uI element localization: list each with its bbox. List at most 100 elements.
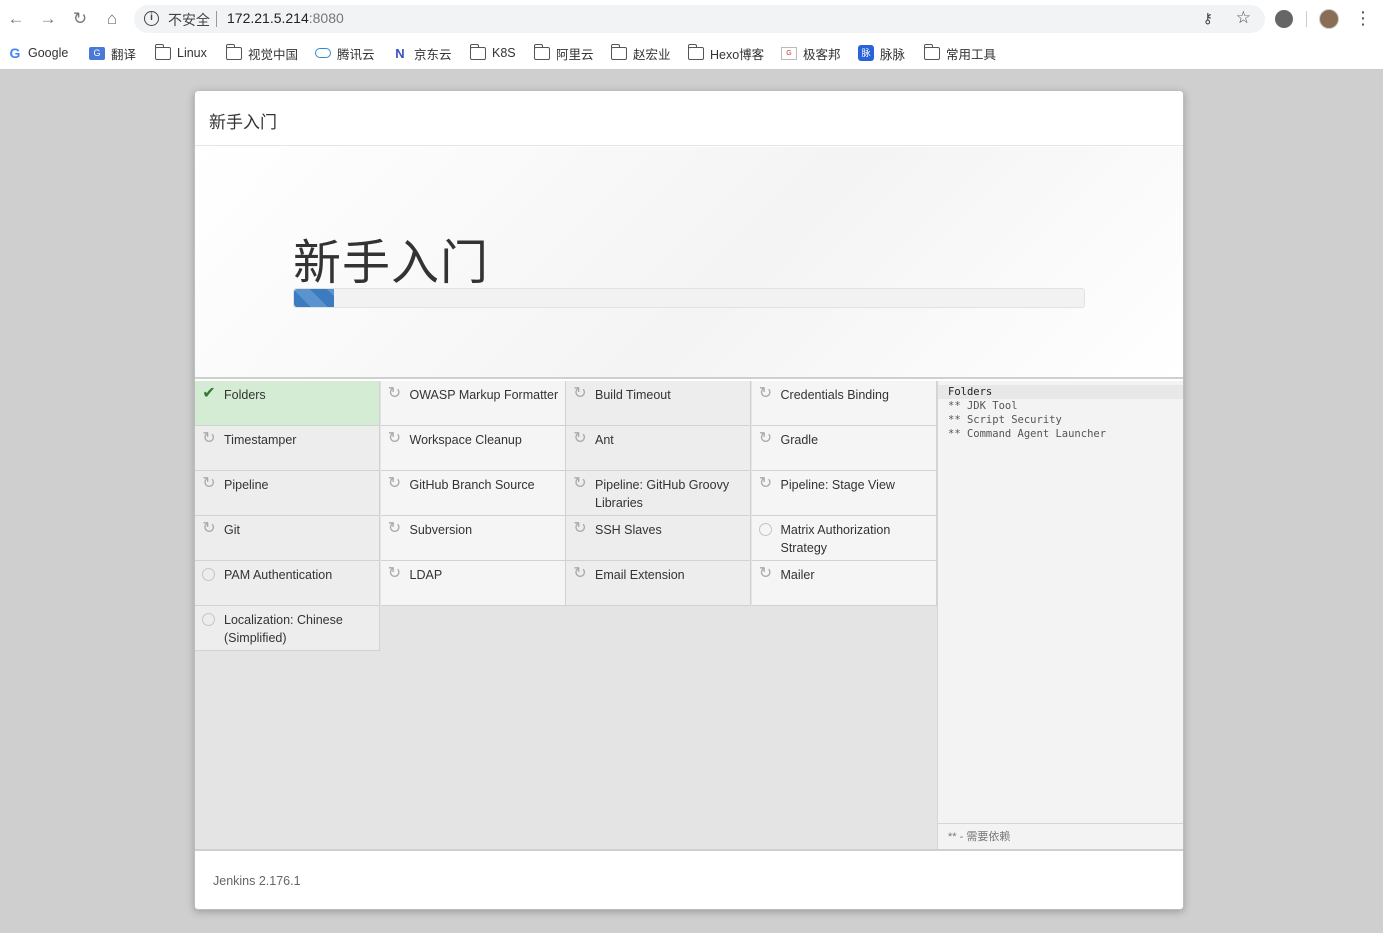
install-progress-bar [293, 288, 1085, 308]
plugin-name: Email Extension [595, 568, 685, 582]
refresh-icon: ↻ [573, 520, 587, 537]
progress-fill [294, 289, 334, 307]
log-line: ** JDK Tool [948, 400, 1018, 412]
folder-icon [610, 43, 627, 60]
hero-title: 新手入门 [293, 237, 490, 290]
log-line: Folders [938, 385, 1183, 399]
geekbang-icon: G [781, 46, 797, 60]
plugin-item: ↻ Workspace Cleanup [380, 426, 566, 471]
url-text[interactable]: 172.21.5.214:8080 [227, 10, 344, 26]
refresh-icon: ↻ [387, 385, 402, 402]
plugin-name: Pipeline: Stage View [780, 478, 895, 492]
google-icon: G [9, 45, 21, 61]
browser-toolbar: ← → ↻ ⌂ i 不安全 172.21.5.214:8080 ⚷ ☆ ⋮ [0, 0, 1383, 38]
plugin-name: SSH Slaves [595, 523, 662, 537]
plugin-item: ↻ Email Extension [566, 561, 751, 606]
plugin-item: ↻ GitHub Branch Source [380, 471, 566, 516]
install-log-panel[interactable]: Folders ** JDK Tool ** Script Security ** C… [937, 381, 1183, 849]
url-host: 172.21.5.214 [227, 10, 309, 26]
plugin-item: ↻ Gradle [751, 426, 937, 471]
plugin-name: Matrix Authorization Strategy [780, 523, 891, 555]
address-bar[interactable]: i 不安全 172.21.5.214:8080 ⚷ ☆ [134, 5, 1265, 33]
address-separator [216, 11, 217, 27]
bookmarks-bar: G Google G 翻译 Linux 视觉中国 腾讯云 N 京东云 K8S 阿里云 … [0, 38, 1383, 70]
plugin-item: ✔ Folders [195, 381, 380, 426]
plugin-item: ↻ Build Timeout [566, 381, 751, 426]
cloud-icon [315, 48, 331, 58]
refresh-icon: ↻ [758, 385, 773, 402]
jd-cloud-icon: N [395, 45, 405, 61]
refresh-icon: ↻ [758, 565, 773, 582]
forward-arrow-icon[interactable]: → [37, 8, 59, 30]
refresh-icon: ↻ [758, 430, 773, 447]
plugin-item: ↻ Credentials Binding [751, 381, 937, 426]
log-legend: ** - 需要依赖 [938, 823, 1183, 849]
bookmark-tools[interactable]: 常用工具 [923, 42, 996, 64]
folder-icon [923, 43, 940, 60]
more-menu-icon[interactable]: ⋮ [1354, 7, 1372, 29]
bookmark-jd-cloud[interactable]: N 京东云 [392, 42, 451, 64]
plugin-item: Matrix Authorization Strategy [751, 516, 937, 561]
setup-dialog: 新手入门 新手入门 ✔ Folders ↻ OWASP Markup Formatte… [194, 90, 1184, 910]
dialog-header: 新手入门 [195, 91, 1183, 146]
star-icon[interactable]: ☆ [1236, 8, 1251, 28]
plugin-item: ↻ Pipeline: GitHub Groovy Libraries [566, 471, 751, 516]
refresh-icon: ↻ [202, 430, 216, 447]
bookmark-geekbang[interactable]: G 极客邦 [781, 42, 841, 64]
plugin-item: Localization: Chinese (Simplified) [195, 606, 380, 651]
bookmark-k8s[interactable]: K8S [469, 42, 516, 64]
bookmark-hexo[interactable]: Hexo博客 [687, 42, 764, 64]
translate-icon: G [89, 46, 105, 60]
key-icon[interactable]: ⚷ [1203, 10, 1213, 27]
plugin-name: Subversion [409, 523, 473, 537]
refresh-icon: ↻ [758, 475, 773, 492]
plugin-item: ↻ Git [195, 516, 380, 561]
bookmark-shijue[interactable]: 视觉中国 [225, 42, 298, 64]
profile-avatar[interactable] [1319, 9, 1339, 29]
folder-icon [533, 43, 550, 60]
plugin-item: ↻ Pipeline: Stage View [751, 471, 937, 516]
plugin-list-area: ✔ Folders ↻ OWASP Markup Formatter ↻ Build Ti… [195, 381, 937, 849]
plugin-item: ↻ Subversion [380, 516, 566, 561]
plugin-item: ↻ Ant [566, 426, 751, 471]
bookmark-maimai[interactable]: 脉脉脉 [858, 42, 905, 64]
extension-icon[interactable] [1275, 10, 1293, 28]
home-icon[interactable]: ⌂ [101, 8, 123, 30]
plugin-item: ↻ OWASP Markup Formatter [380, 381, 566, 426]
refresh-icon: ↻ [573, 430, 587, 447]
plugin-name: Gradle [780, 433, 819, 447]
bookmark-label: 翻译 [111, 47, 137, 62]
refresh-icon: ↻ [573, 475, 587, 492]
folder-icon [225, 43, 242, 60]
bookmark-tencent-cloud[interactable]: 腾讯云 [315, 42, 375, 64]
info-icon[interactable]: i [144, 11, 159, 26]
dialog-footer: Jenkins 2.176.1 [195, 849, 1183, 909]
folder-icon [469, 43, 486, 60]
bookmark-zhaohongye[interactable]: 赵宏业 [610, 42, 671, 64]
back-arrow-icon[interactable]: ← [5, 8, 27, 30]
log-line: ** Script Security [948, 414, 1062, 426]
bookmark-linux[interactable]: Linux [154, 42, 207, 64]
url-port: :8080 [308, 10, 344, 26]
plugin-name: LDAP [409, 568, 443, 582]
bookmark-label: 阿里云 [556, 47, 594, 62]
plugin-name: Mailer [780, 568, 815, 582]
security-label: 不安全 [168, 12, 210, 28]
bookmark-aliyun[interactable]: 阿里云 [533, 42, 594, 64]
bookmark-label: 极客邦 [803, 47, 841, 62]
plugin-item: PAM Authentication [195, 561, 380, 606]
bookmark-google[interactable]: G Google [8, 42, 69, 64]
reload-icon[interactable]: ↻ [69, 8, 91, 30]
refresh-icon: ↻ [573, 565, 587, 582]
folder-icon [687, 43, 704, 60]
plugin-item: ↻ LDAP [380, 561, 566, 606]
bookmark-label: K8S [492, 46, 516, 60]
plugin-name: GitHub Branch Source [409, 478, 535, 492]
install-log: Folders ** JDK Tool ** Script Security ** C… [938, 385, 1183, 441]
empty-circle-icon [758, 523, 772, 536]
refresh-icon: ↻ [387, 520, 402, 537]
plugin-name: Timestamper [224, 433, 297, 447]
bookmark-translate[interactable]: G 翻译 [89, 42, 136, 64]
bookmark-label: 腾讯云 [337, 47, 375, 62]
folder-icon [154, 43, 171, 60]
